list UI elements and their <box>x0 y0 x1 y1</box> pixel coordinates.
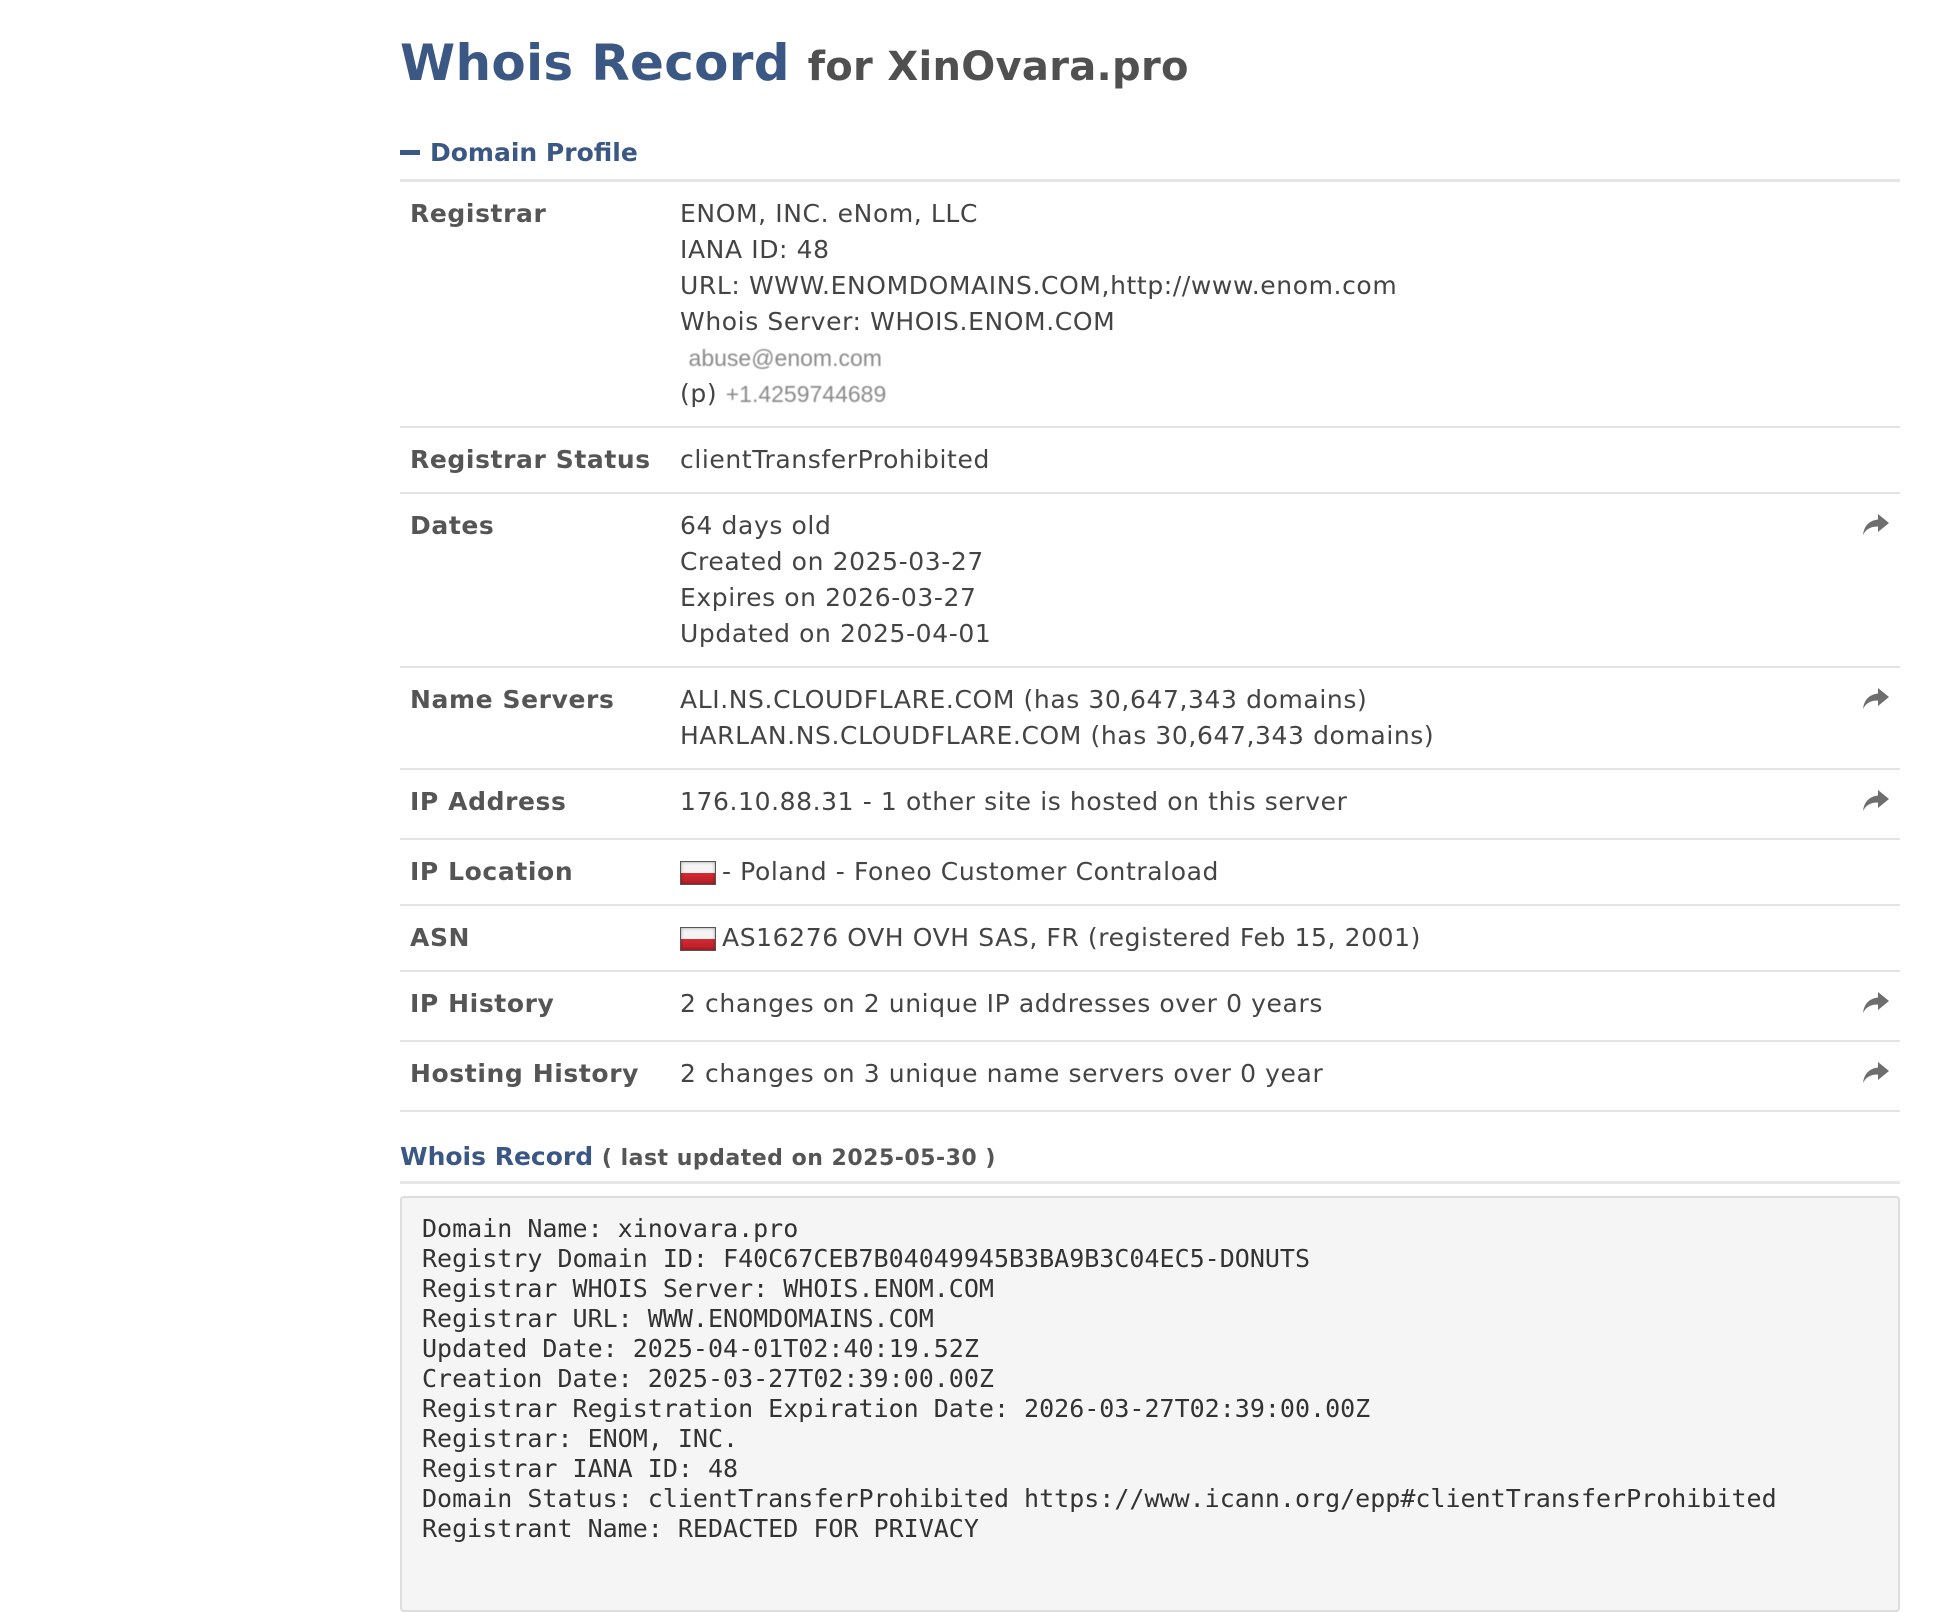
registrar-details: ENOM, INC. eNom, LLC IANA ID: 48 URL: WW… <box>670 182 1840 428</box>
profile-row-ip-address: IP Address 176.10.88.31 - 1 other site i… <box>400 769 1900 840</box>
share-arrow-icon[interactable] <box>1862 990 1890 1016</box>
profile-row-registrar-status: Registrar Status clientTransferProhibite… <box>400 427 1900 494</box>
profile-row-hosting-history: Hosting History 2 changes on 3 unique na… <box>400 1041 1900 1112</box>
row-label: Name Servers <box>400 667 670 770</box>
registrar-url: URL: WWW.ENOMDOMAINS.COM,http://www.enom… <box>680 271 1398 300</box>
whois-raw-record[interactable]: Domain Name: xinovara.pro Registry Domai… <box>400 1196 1900 1612</box>
row-label: ASN <box>400 905 670 972</box>
domain-profile-toggle[interactable]: Domain Profile <box>400 138 1900 182</box>
phone-prefix: (p) <box>680 379 718 408</box>
domain-profile-label: Domain Profile <box>430 138 638 167</box>
registrar-name: ENOM, INC. eNom, LLC <box>680 199 978 228</box>
asn-value-cell: AS16276 OVH OVH SAS, FR (registered Feb … <box>670 905 1840 972</box>
name-server-2: HARLAN.NS.CLOUDFLARE.COM (has 30,647,343… <box>680 721 1435 750</box>
profile-row-ip-history: IP History 2 changes on 2 unique IP addr… <box>400 971 1900 1042</box>
profile-row-name-servers: Name Servers ALI.NS.CLOUDFLARE.COM (has … <box>400 667 1900 770</box>
ip-location-value-cell: - Poland - Foneo Customer Contraload <box>670 839 1840 906</box>
registrar-email: abuse@enom.com <box>680 340 1830 376</box>
profile-row-registrar: Registrar ENOM, INC. eNom, LLC IANA ID: … <box>400 182 1900 428</box>
poland-flag-icon <box>680 927 716 951</box>
whois-record-header: Whois Record ( last updated on 2025-05-3… <box>400 1142 1900 1184</box>
share-arrow-icon[interactable] <box>1862 512 1890 538</box>
registrar-whois-server: Whois Server: WHOIS.ENOM.COM <box>680 307 1116 336</box>
row-label: Registrar <box>400 182 670 428</box>
created-date: Created on 2025-03-27 <box>680 547 984 576</box>
domain-profile-table: Registrar ENOM, INC. eNom, LLC IANA ID: … <box>400 182 1900 1112</box>
minus-icon <box>400 150 420 155</box>
poland-flag-icon <box>680 861 716 885</box>
share-arrow-icon[interactable] <box>1862 1060 1890 1086</box>
whois-record-label: Whois Record <box>400 1142 594 1171</box>
whois-page: Whois Record for XinOvara.pro Domain Pro… <box>400 28 1900 1612</box>
registrar-phone: (p) +1.4259744689 <box>680 376 1830 412</box>
dates-values: 64 days old Created on 2025-03-27 Expire… <box>670 493 1840 668</box>
row-label: IP History <box>400 971 670 1042</box>
asn-value: AS16276 OVH OVH SAS, FR (registered Feb … <box>722 923 1422 952</box>
profile-row-ip-location: IP Location - Poland - Foneo Customer Co… <box>400 839 1900 906</box>
registrar-status-value: clientTransferProhibited <box>670 427 1840 494</box>
name-server-1: ALI.NS.CLOUDFLARE.COM (has 30,647,343 do… <box>680 685 1368 714</box>
ip-address-value: 176.10.88.31 - 1 other site is hosted on… <box>670 769 1840 840</box>
registrar-email-image: abuse@enom.com <box>688 345 882 371</box>
expires-date: Expires on 2026-03-27 <box>680 583 977 612</box>
profile-row-asn: ASN AS16276 OVH OVH SAS, FR (registered … <box>400 905 1900 972</box>
domain-age: 64 days old <box>680 511 832 540</box>
profile-row-dates: Dates 64 days old Created on 2025-03-27 … <box>400 493 1900 668</box>
page-title-domain: for XinOvara.pro <box>807 44 1189 90</box>
row-label: Dates <box>400 493 670 668</box>
ip-location-value: - Poland - Foneo Customer Contraload <box>722 857 1220 886</box>
page-title: Whois Record for XinOvara.pro <box>400 28 1900 102</box>
updated-date: Updated on 2025-04-01 <box>680 619 992 648</box>
whois-record-updated: ( last updated on 2025-05-30 ) <box>601 1146 996 1171</box>
registrar-phone-image: +1.4259744689 <box>725 381 887 407</box>
row-label: IP Location <box>400 839 670 906</box>
share-arrow-icon[interactable] <box>1862 686 1890 712</box>
name-servers-values: ALI.NS.CLOUDFLARE.COM (has 30,647,343 do… <box>670 667 1840 770</box>
row-label: Registrar Status <box>400 427 670 494</box>
hosting-history-value: 2 changes on 3 unique name servers over … <box>670 1041 1840 1112</box>
row-label: IP Address <box>400 769 670 840</box>
share-arrow-icon[interactable] <box>1862 788 1890 814</box>
registrar-iana: IANA ID: 48 <box>680 235 830 264</box>
row-label: Hosting History <box>400 1041 670 1112</box>
ip-history-value: 2 changes on 2 unique IP addresses over … <box>670 971 1840 1042</box>
page-title-main: Whois Record <box>400 34 790 92</box>
